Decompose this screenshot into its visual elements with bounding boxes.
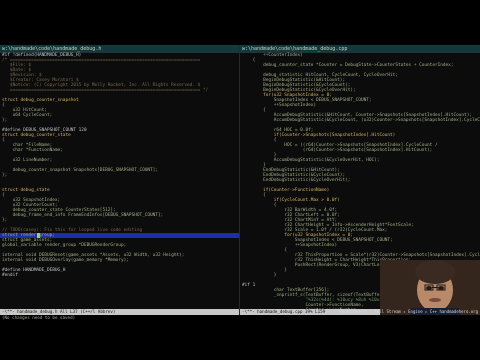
minibuffer-text: (No changes need to be saved) — [2, 315, 76, 320]
right-code-line[interactable]: debug_counter_state *Counter = DebugStat… — [242, 63, 453, 68]
left-code-line[interactable]: char *FunctionName; — [2, 148, 63, 153]
left-code-line[interactable]: #endif — [2, 273, 18, 278]
modeline-left-text: -\**- handmade_debug.h All L37 (C++/l Ab… — [2, 309, 116, 314]
left-code-line[interactable]: }; — [2, 118, 7, 123]
left-code-line[interactable]: debug_frame_end_info FrameEndInfos[DEBUG… — [2, 213, 164, 218]
right-code-line[interactable]: AccumDebugStatistic(&CycleCount, (u32)Co… — [242, 118, 480, 123]
left-code-line[interactable]: }; — [2, 218, 7, 223]
right-code-line[interactable]: EndDebugStatistic(&CycleOverHit); — [242, 178, 350, 183]
minibuffer[interactable]: (No changes need to be saved) — [2, 315, 75, 321]
left-code-line[interactable]: u64 CycleCount; — [2, 113, 53, 118]
presenter-image — [380, 260, 480, 315]
buffer-title-right: w:\handmade\code\handmade_debug.cpp — [240, 45, 480, 53]
left-code-line[interactable]: internal void DEBUGOverlay(game_memory *… — [2, 258, 129, 263]
letterbox-bottom: (No changes need to be saved) — [0, 315, 480, 360]
left-code-line[interactable]: /* =====================================… — [2, 58, 200, 63]
left-code-line[interactable]: struct debug_counter_snapshot — [2, 98, 79, 103]
modeline-right-text: -\**- handmade_debug.cpp 39% L159 — [242, 309, 326, 314]
left-code-line[interactable]: global_variable render_group *DEBUGRende… — [2, 243, 126, 248]
left-code-line[interactable]: struct debug_counter_state — [2, 133, 71, 138]
left-code-line[interactable]: u32 LineNumber; — [2, 158, 53, 163]
left-code-line[interactable]: ========================================… — [2, 88, 208, 93]
letterbox-top — [0, 0, 480, 45]
screen: w:\handmade\code\handmade_debug.h #if !d… — [0, 0, 480, 360]
left-code-line[interactable]: }; — [2, 173, 7, 178]
buffer-title-left: w:\handmade\code\handmade_debug.h — [0, 45, 239, 53]
left-code-line[interactable]: struct debug_state — [2, 188, 50, 193]
editor-pane-left[interactable]: w:\handmade\code\handmade_debug.h #if !d… — [0, 45, 239, 309]
stream-caption: handmadehero ▸ Full Stream ▸ Engine ▸ C+… — [338, 309, 478, 314]
webcam-overlay — [380, 260, 480, 315]
right-code-line[interactable]: } — [242, 273, 277, 278]
left-code-line[interactable]: debug_counter_snapshot Snapshots[DEBUG_S… — [2, 168, 158, 173]
